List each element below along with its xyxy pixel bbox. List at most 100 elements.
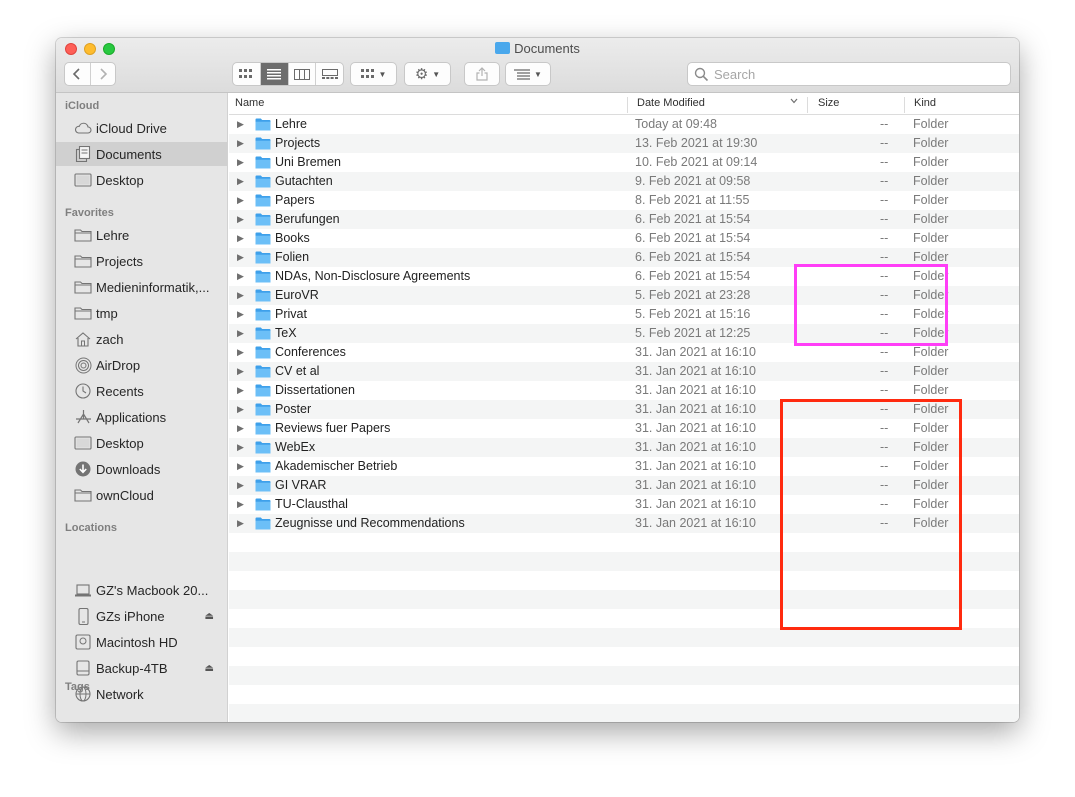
table-row[interactable]: ▶ WebEx 31. Jan 2021 at 16:10 -- Folder	[229, 438, 1019, 457]
table-row[interactable]: ▶ NDAs, Non-Disclosure Agreements 6. Feb 2…	[229, 267, 1019, 286]
table-row[interactable]: ▶ EuroVR 5. Feb 2021 at 23:28 -- Folder	[229, 286, 1019, 305]
table-row[interactable]: ▶ Dissertationen 31. Jan 2021 at 16:10 -- Fo…	[229, 381, 1019, 400]
column-separator[interactable]	[807, 97, 808, 113]
disclosure-triangle-icon[interactable]: ▶	[237, 328, 244, 339]
sidebar-item-backup-4tb[interactable]: Backup-4TB ⏏	[56, 656, 227, 680]
disclosure-triangle-icon[interactable]: ▶	[237, 233, 244, 244]
table-row[interactable]: ▶ Books 6. Feb 2021 at 15:54 -- Folder	[229, 229, 1019, 248]
chevron-down-icon: ▼	[534, 69, 542, 79]
file-name: TU-Clausthal	[275, 497, 348, 511]
table-row[interactable]: ▶ Privat 5. Feb 2021 at 15:16 -- Folder	[229, 305, 1019, 324]
group-by-button[interactable]: ▼	[350, 62, 397, 86]
disclosure-triangle-icon[interactable]: ▶	[237, 518, 244, 529]
disclosure-triangle-icon[interactable]: ▶	[237, 157, 244, 168]
folder-icon	[255, 175, 271, 188]
sidebar-item-applications[interactable]: Applications	[56, 405, 227, 429]
disclosure-triangle-icon[interactable]: ▶	[237, 195, 244, 206]
table-row[interactable]: ▶ Folien 6. Feb 2021 at 15:54 -- Folder	[229, 248, 1019, 267]
eject-icon[interactable]: ⏏	[205, 611, 214, 622]
sidebar-item-gzs-iphone[interactable]: GZs iPhone ⏏	[56, 604, 227, 628]
sidebar-item-tmp[interactable]: tmp	[56, 301, 227, 325]
eject-icon[interactable]: ⏏	[205, 663, 214, 674]
icon-view-button[interactable]	[233, 63, 260, 85]
sidebar-item-airdrop[interactable]: AirDrop	[56, 353, 227, 377]
disclosure-triangle-icon[interactable]: ▶	[237, 138, 244, 149]
chevron-right-icon	[100, 68, 108, 80]
disclosure-triangle-icon[interactable]: ▶	[237, 385, 244, 396]
sidebar-item-macintosh-hd[interactable]: Macintosh HD	[56, 630, 227, 654]
sidebar-item-downloads[interactable]: Downloads	[56, 457, 227, 481]
disclosure-triangle-icon[interactable]: ▶	[237, 366, 244, 377]
share-button[interactable]	[464, 62, 500, 86]
sidebar-item-documents[interactable]: Documents	[56, 142, 227, 166]
disclosure-triangle-icon[interactable]: ▶	[237, 119, 244, 130]
folder-icon	[255, 232, 271, 245]
action-button[interactable]: ⚙ ▼	[404, 62, 451, 86]
disclosure-triangle-icon[interactable]: ▶	[237, 423, 244, 434]
disclosure-triangle-icon[interactable]: ▶	[237, 252, 244, 263]
disk-icon	[74, 634, 92, 650]
sidebar-item-owncloud[interactable]: ownCloud	[56, 483, 227, 507]
column-date-header[interactable]: Date Modified	[637, 97, 705, 109]
disclosure-triangle-icon[interactable]: ▶	[237, 176, 244, 187]
disclosure-triangle-icon[interactable]: ▶	[237, 404, 244, 415]
disclosure-triangle-icon[interactable]: ▶	[237, 347, 244, 358]
table-row[interactable]: ▶ Uni Bremen 10. Feb 2021 at 09:14 -- Folder	[229, 153, 1019, 172]
file-kind: Folder	[913, 516, 949, 530]
table-row[interactable]: ▶ Akademischer Betrieb 31. Jan 2021 at 16:…	[229, 457, 1019, 476]
sidebar-item-recents[interactable]: Recents	[56, 379, 227, 403]
table-row[interactable]: ▶ TeX 5. Feb 2021 at 12:25 -- Folder	[229, 324, 1019, 343]
column-separator[interactable]	[627, 97, 628, 113]
sidebar-item-medieninformatik[interactable]: Medieninformatik,...	[56, 275, 227, 299]
disclosure-triangle-icon[interactable]: ▶	[237, 214, 244, 225]
list-view-button[interactable]	[259, 63, 288, 85]
gallery-view-button[interactable]	[315, 63, 343, 85]
search-field[interactable]	[687, 62, 1011, 86]
file-kind: Folder	[913, 231, 949, 245]
sidebar-item-projects[interactable]: Projects	[56, 249, 227, 273]
disclosure-triangle-icon[interactable]: ▶	[237, 271, 244, 282]
table-row[interactable]: ▶ Gutachten 9. Feb 2021 at 09:58 -- Folder	[229, 172, 1019, 191]
table-row[interactable]: ▶ Poster 31. Jan 2021 at 16:10 -- Folder	[229, 400, 1019, 419]
desktop-icon	[74, 172, 92, 188]
disclosure-triangle-icon[interactable]: ▶	[237, 480, 244, 491]
sidebar-item-zach[interactable]: zach	[56, 327, 227, 351]
disclosure-triangle-icon[interactable]: ▶	[237, 442, 244, 453]
sidebar-item-label: Projects	[96, 253, 143, 269]
sidebar-item-label: tmp	[96, 305, 118, 321]
window-title-text: Documents	[514, 41, 580, 56]
file-name: Books	[275, 231, 310, 245]
table-row[interactable]: ▶ Papers 8. Feb 2021 at 11:55 -- Folder	[229, 191, 1019, 210]
file-size: --	[880, 250, 889, 264]
column-kind-header[interactable]: Kind	[914, 97, 936, 109]
table-row[interactable]: ▶ GI VRAR 31. Jan 2021 at 16:10 -- Folder	[229, 476, 1019, 495]
table-row[interactable]: ▶ Projects 13. Feb 2021 at 19:30 -- Folder	[229, 134, 1019, 153]
table-row[interactable]: ▶ Zeugnisse und Recommendations 31. Jan 20…	[229, 514, 1019, 533]
disclosure-triangle-icon[interactable]: ▶	[237, 499, 244, 510]
table-row[interactable]: ▶ TU-Clausthal 31. Jan 2021 at 16:10 -- Fold…	[229, 495, 1019, 514]
column-view-button[interactable]	[287, 63, 316, 85]
sidebar-item-label: Applications	[96, 409, 167, 425]
column-name-header[interactable]: Name	[235, 97, 264, 109]
table-row[interactable]: ▶ Berufungen 6. Feb 2021 at 15:54 -- Folder	[229, 210, 1019, 229]
disclosure-triangle-icon[interactable]: ▶	[237, 309, 244, 320]
table-row[interactable]: ▶ CV et al 31. Jan 2021 at 16:10 -- Folder	[229, 362, 1019, 381]
column-separator[interactable]	[904, 97, 905, 113]
search-input[interactable]	[714, 66, 994, 82]
sidebar-item-lehre[interactable]: Lehre	[56, 223, 227, 247]
search-icon	[694, 67, 709, 81]
column-size-header[interactable]: Size	[818, 97, 839, 109]
arrange-button[interactable]: ▼	[505, 62, 551, 86]
disclosure-triangle-icon[interactable]: ▶	[237, 461, 244, 472]
table-row[interactable]: ▶ Conferences 31. Jan 2021 at 16:10 -- Folde…	[229, 343, 1019, 362]
table-row[interactable]: ▶ Lehre Today at 09:48 -- Folder	[229, 115, 1019, 134]
disclosure-triangle-icon[interactable]: ▶	[237, 290, 244, 301]
sidebar-item-desktop[interactable]: Desktop	[56, 431, 227, 455]
sidebar-item-gz-s-macbook-20[interactable]: GZ's Macbook 20...	[56, 578, 227, 602]
file-date-modified: 5. Feb 2021 at 12:25	[635, 326, 751, 340]
table-row[interactable]: ▶ Reviews fuer Papers 31. Jan 2021 at 16:1…	[229, 419, 1019, 438]
sidebar-item-desktop[interactable]: Desktop	[56, 168, 227, 192]
back-button[interactable]	[65, 63, 90, 85]
forward-button[interactable]	[89, 63, 115, 85]
sidebar-item-icloud-drive[interactable]: iCloud Drive	[56, 116, 227, 140]
